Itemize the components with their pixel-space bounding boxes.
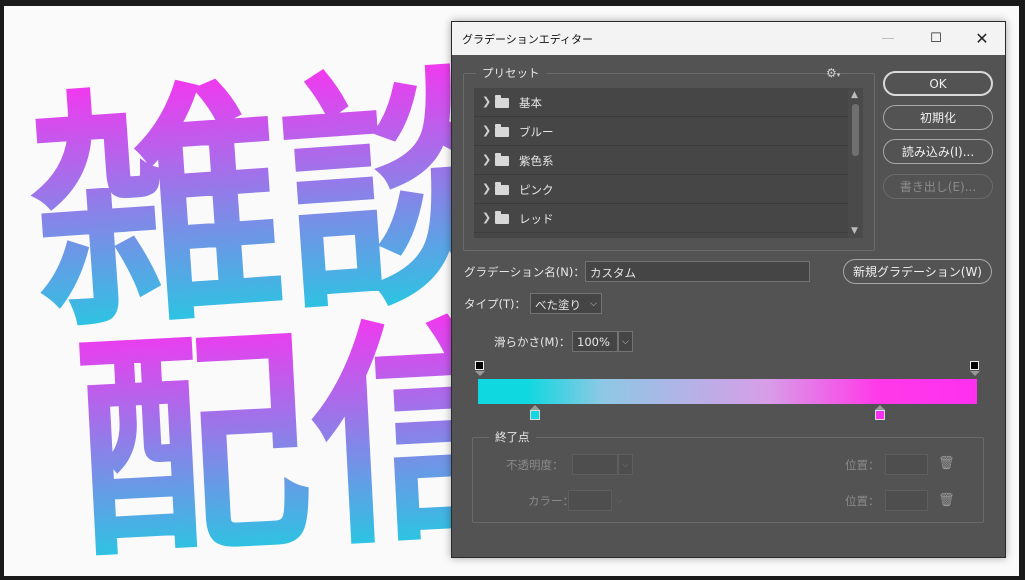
- folder-icon: [495, 211, 509, 224]
- folder-icon: [495, 182, 509, 195]
- load-button[interactable]: 読み込み(I)...: [883, 139, 993, 164]
- preset-folder-label: 基本: [519, 96, 542, 110]
- preset-folder-label: レッド: [519, 212, 554, 226]
- type-select-value: べた塗り: [535, 298, 581, 312]
- preset-legend: プリセット: [476, 65, 546, 81]
- scrollbar-thumb[interactable]: [852, 104, 859, 156]
- chevron-right-icon[interactable]: ❯: [482, 182, 491, 195]
- dialog-titlebar[interactable]: グラデーションエディター — ☐ ✕: [452, 22, 1005, 55]
- save-button[interactable]: 書き出し(E)...: [883, 174, 993, 199]
- preset-folder-label: ピンク: [519, 183, 554, 197]
- maximize-button[interactable]: ☐: [913, 22, 959, 55]
- chevron-right-icon[interactable]: ❯: [482, 124, 491, 137]
- type-select[interactable]: べた塗り ⌵: [530, 293, 602, 314]
- chevron-right-icon[interactable]: ❯: [482, 95, 491, 108]
- scroll-up-icon[interactable]: ▲: [851, 90, 858, 100]
- gradient-name-input[interactable]: カスタム: [585, 261, 810, 282]
- opacity-stop-left[interactable]: [475, 361, 484, 370]
- scroll-down-icon[interactable]: ▼: [851, 226, 858, 236]
- preset-folder-label: 紫色系: [519, 154, 554, 168]
- minimize-button[interactable]: —: [865, 22, 911, 55]
- folder-icon: [495, 124, 509, 137]
- type-label: タイプ(T)：: [464, 297, 526, 311]
- chevron-down-icon: ⌵: [590, 299, 597, 309]
- close-button[interactable]: ✕: [959, 22, 1005, 55]
- trash-icon[interactable]: 🗑: [938, 493, 955, 508]
- preset-scrollbar[interactable]: ▲ ▼: [848, 88, 863, 238]
- frame-border-left: [0, 0, 4, 580]
- opacity-label: 不透明度：: [506, 458, 564, 472]
- opacity-position-label: 位置：: [845, 458, 880, 472]
- canvas-artwork: 雑談 配信: [21, 39, 504, 576]
- color-swatch[interactable]: [568, 490, 612, 511]
- preset-list: ❯ 基本 ❯ ブルー ❯ 紫色系 ❯ ピンク ❯ レッド: [474, 88, 849, 238]
- gradient-name-label: グラデーション名(N)：: [464, 265, 585, 279]
- dialog-title: グラデーションエディター: [462, 33, 594, 46]
- gradient-editor-dialog: グラデーションエディター — ☐ ✕ プリセット ⚙▾ ❯ 基本 ❯ ブルー ❯…: [451, 21, 1006, 558]
- preset-folder-label: ブルー: [519, 125, 554, 139]
- color-stop-cyan[interactable]: [530, 410, 540, 420]
- artwork-text-bottom: 配信: [68, 293, 504, 576]
- frame-border-right: [1019, 0, 1025, 580]
- new-gradient-button[interactable]: 新規グラデーション(W): [843, 259, 992, 284]
- gradient-preview-bar[interactable]: [478, 379, 977, 404]
- gear-icon[interactable]: ⚙▾: [826, 66, 840, 80]
- preset-folder-row[interactable]: ❯ ピンク: [474, 175, 849, 204]
- color-position-label: 位置：: [845, 494, 880, 508]
- opacity-input[interactable]: [572, 454, 618, 475]
- opacity-stop-right-pointer: [970, 371, 980, 376]
- chevron-right-icon[interactable]: ❯: [482, 211, 491, 224]
- folder-icon: [495, 95, 509, 108]
- smoothness-label: 滑らかさ(M)：: [494, 335, 571, 349]
- reset-button[interactable]: 初期化: [883, 105, 993, 130]
- preset-folder-row[interactable]: ❯ レッド: [474, 204, 849, 233]
- screen: 雑談 配信 グラデーションエディター — ☐ ✕ プリセット ⚙▾ ❯ 基本 ❯…: [0, 0, 1025, 580]
- frame-border-bottom: [0, 576, 1025, 580]
- chevron-down-icon: ⌵: [622, 337, 629, 347]
- ok-button[interactable]: OK: [883, 71, 993, 96]
- trash-icon[interactable]: 🗑: [938, 456, 955, 471]
- frame-border-top: [0, 0, 1025, 6]
- color-position-input[interactable]: [885, 490, 928, 511]
- chevron-down-icon: ⌵: [622, 460, 629, 470]
- preset-folder-row[interactable]: ❯ ブルー: [474, 117, 849, 146]
- stops-legend: 終了点: [489, 429, 536, 445]
- smoothness-dropdown[interactable]: ⌵: [618, 331, 633, 352]
- preset-folder-row[interactable]: ❯ 基本: [474, 88, 849, 117]
- chevron-down-icon[interactable]: ⌵: [616, 496, 623, 506]
- opacity-stop-left-pointer: [475, 371, 485, 376]
- opacity-dropdown[interactable]: ⌵: [618, 454, 633, 475]
- opacity-position-input[interactable]: [885, 454, 928, 475]
- smoothness-input[interactable]: 100%: [572, 331, 618, 352]
- color-stop-magenta[interactable]: [875, 410, 885, 420]
- folder-icon: [495, 153, 509, 166]
- opacity-stop-right[interactable]: [970, 361, 979, 370]
- chevron-right-icon[interactable]: ❯: [482, 153, 491, 166]
- preset-folder-row[interactable]: ❯ 紫色系: [474, 146, 849, 175]
